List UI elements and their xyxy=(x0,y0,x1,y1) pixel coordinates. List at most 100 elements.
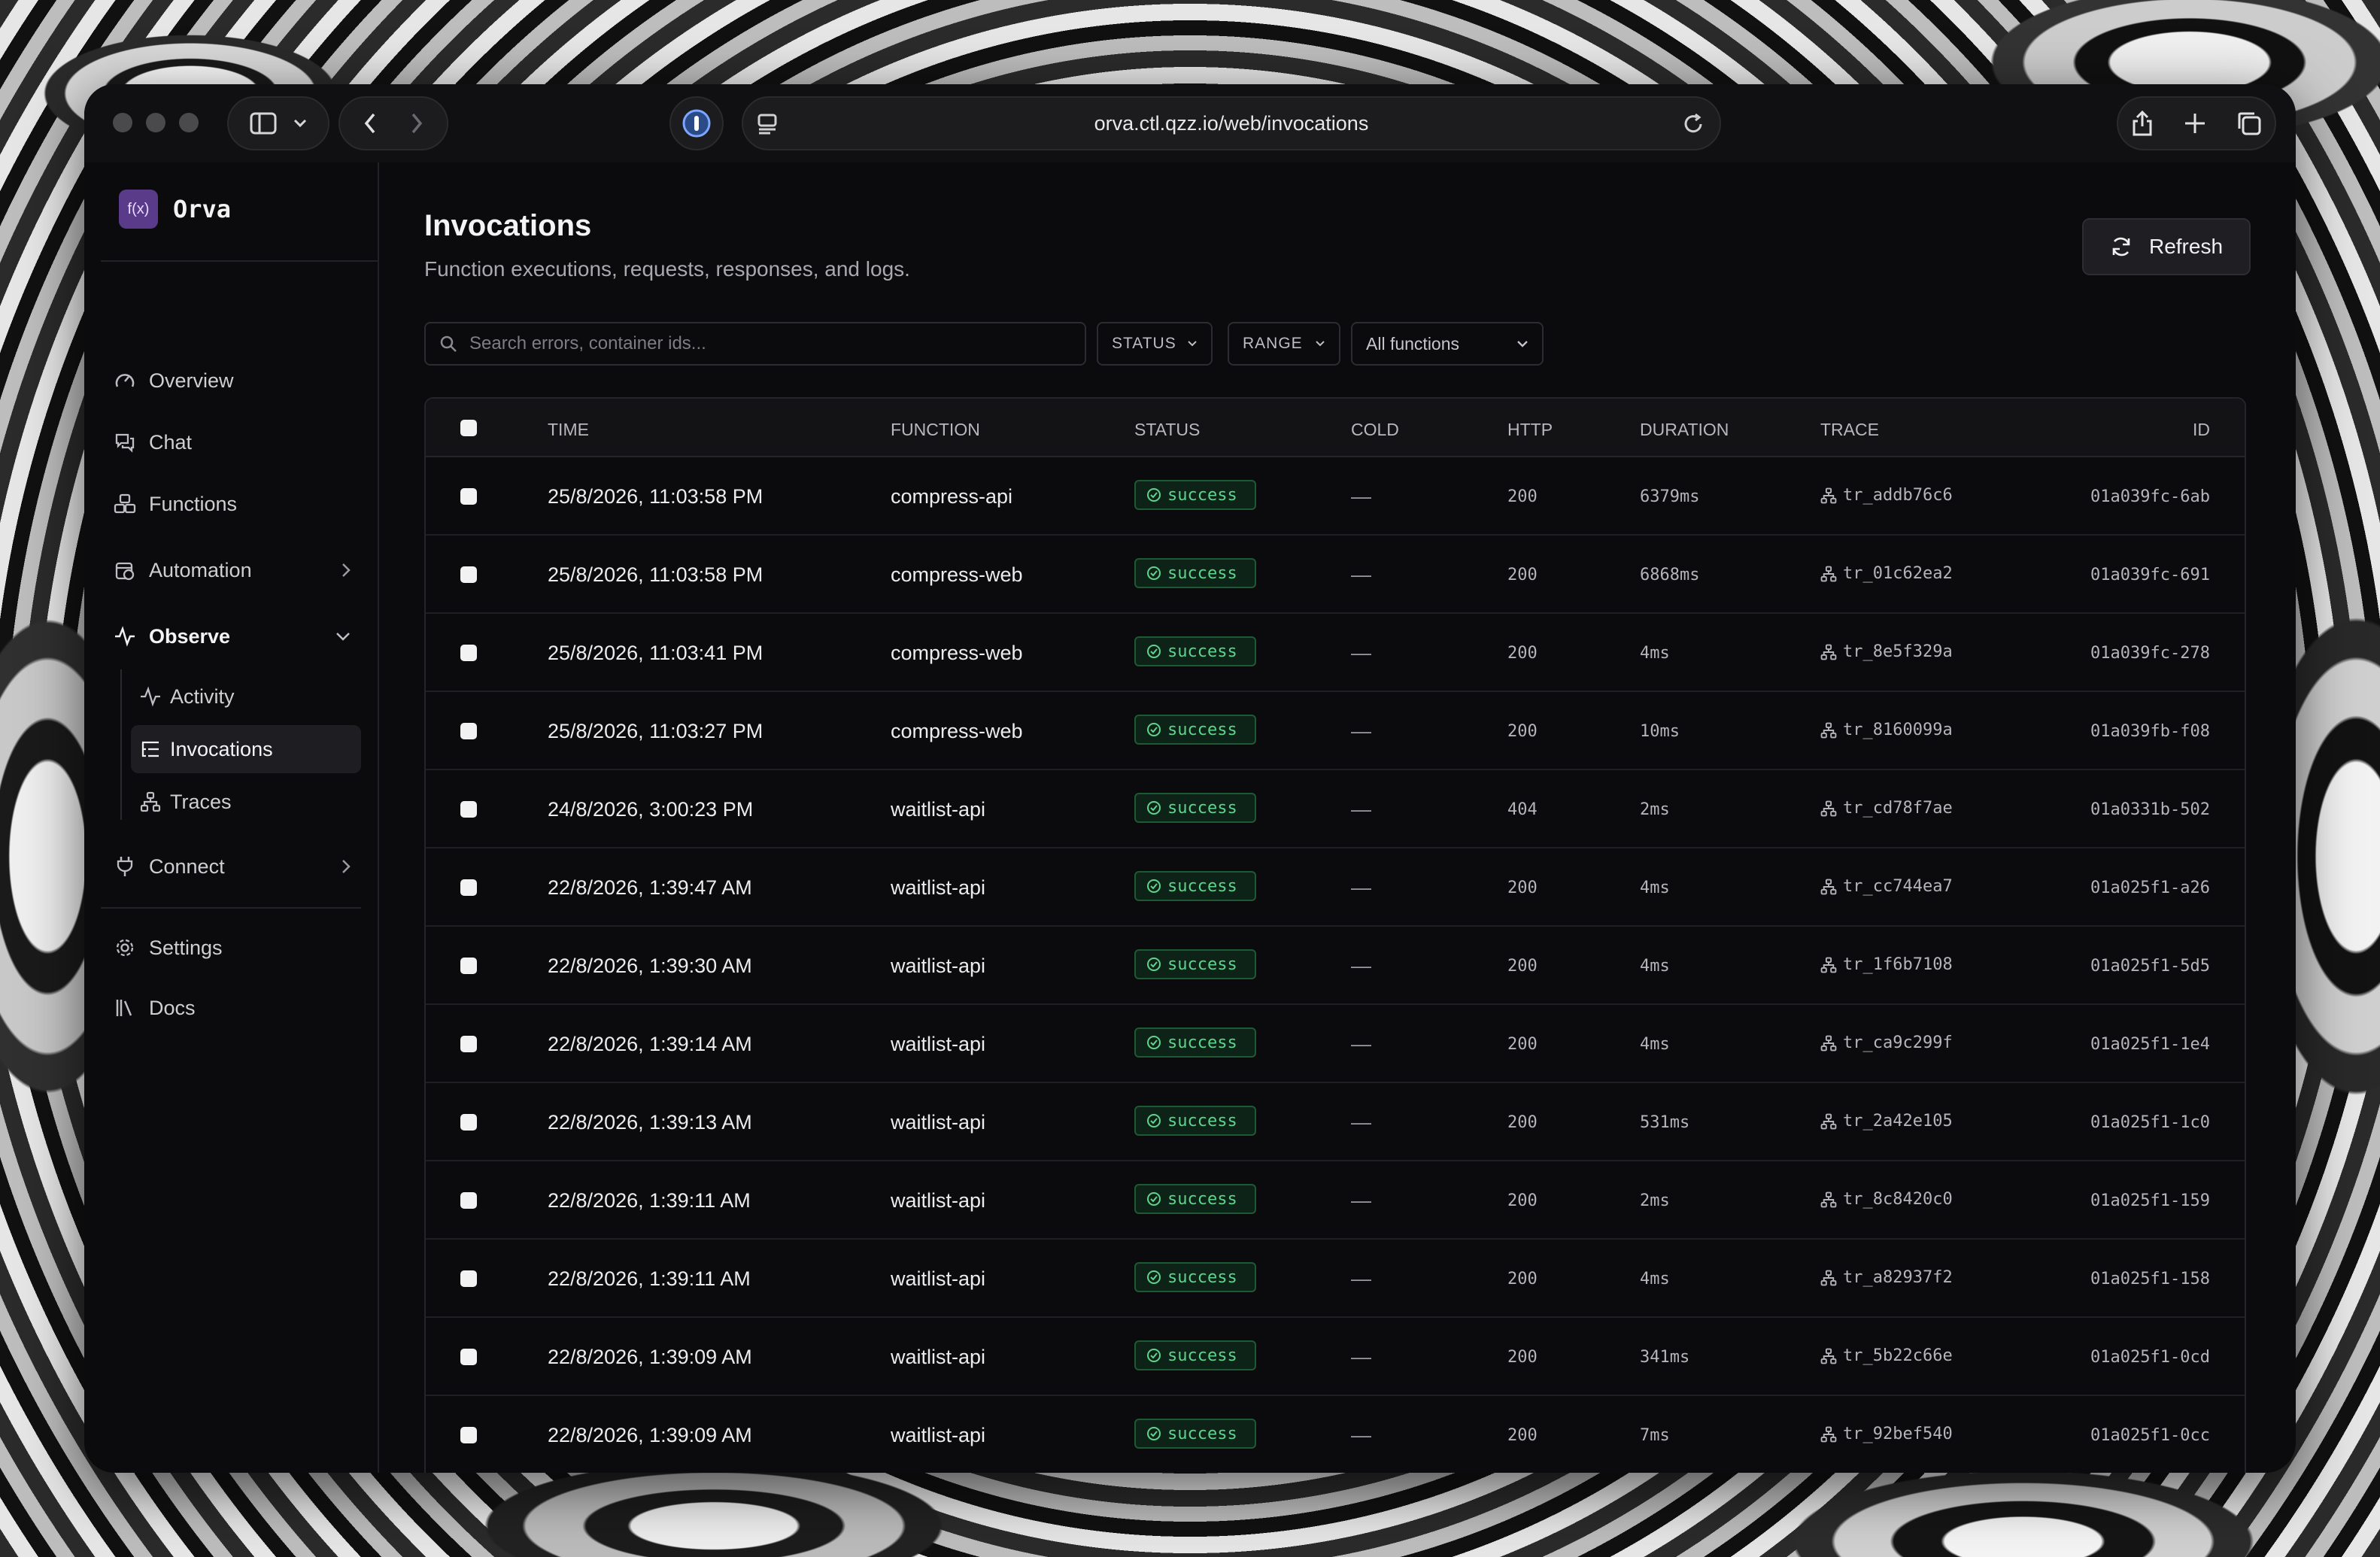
sidebar-item-overview[interactable]: Overview xyxy=(101,357,364,405)
cell-duration: 531ms xyxy=(1640,1113,1690,1132)
sidebar-item-traces[interactable]: Traces xyxy=(131,778,361,826)
table-row[interactable]: 22/8/2026, 1:39:47 AM waitlist-api succe… xyxy=(426,848,2245,927)
table-row[interactable]: 22/8/2026, 1:39:11 AM waitlist-api succe… xyxy=(426,1240,2245,1318)
sidebar-item-invocations[interactable]: Invocations xyxy=(131,725,361,773)
table-row[interactable]: 22/8/2026, 1:39:13 AM waitlist-api succe… xyxy=(426,1083,2245,1161)
tab-overview-icon[interactable] xyxy=(2236,111,2262,136)
cell-trace[interactable]: tr_ca9c299f xyxy=(1820,1033,1953,1052)
col-duration[interactable]: DURATION xyxy=(1640,420,1729,440)
cell-function[interactable]: compress-web xyxy=(891,642,1023,665)
back-icon[interactable] xyxy=(364,113,376,134)
sidebar-item-automation[interactable]: Automation xyxy=(101,546,364,594)
col-http[interactable]: HTTP xyxy=(1507,420,1553,440)
row-checkbox[interactable] xyxy=(460,1036,477,1052)
cell-function[interactable]: waitlist-api xyxy=(891,1267,985,1291)
cell-trace[interactable]: tr_2a42e105 xyxy=(1820,1112,1953,1131)
table-row[interactable]: 22/8/2026, 1:39:09 AM waitlist-api succe… xyxy=(426,1318,2245,1396)
select-all-checkbox[interactable] xyxy=(460,420,477,436)
table-row[interactable]: 25/8/2026, 11:03:58 PM compress-web succ… xyxy=(426,536,2245,614)
table-row[interactable]: 24/8/2026, 3:00:23 PM waitlist-api succe… xyxy=(426,770,2245,848)
cell-trace[interactable]: tr_a82937f2 xyxy=(1820,1268,1953,1287)
cell-trace[interactable]: tr_01c62ea2 xyxy=(1820,564,1953,583)
cell-function[interactable]: waitlist-api xyxy=(891,1033,985,1056)
cell-trace[interactable]: tr_5b22c66e xyxy=(1820,1346,1953,1365)
row-checkbox[interactable] xyxy=(460,488,477,505)
range-filter[interactable]: RANGE xyxy=(1228,322,1340,366)
cell-trace[interactable]: tr_cc744ea7 xyxy=(1820,877,1953,896)
table-row[interactable]: 22/8/2026, 1:39:11 AM waitlist-api succe… xyxy=(426,1161,2245,1240)
reload-icon[interactable] xyxy=(1682,113,1705,135)
col-cold[interactable]: COLD xyxy=(1351,420,1399,440)
brand[interactable]: f(x) Orva xyxy=(119,190,231,229)
row-checkbox[interactable] xyxy=(460,723,477,739)
share-icon[interactable] xyxy=(2131,110,2154,137)
cell-function[interactable]: compress-web xyxy=(891,720,1023,743)
cell-http: 200 xyxy=(1507,1426,1538,1445)
row-checkbox[interactable] xyxy=(460,1270,477,1287)
cell-trace[interactable]: tr_8160099a xyxy=(1820,721,1953,739)
password-extension-button[interactable] xyxy=(669,96,724,150)
cell-function[interactable]: compress-api xyxy=(891,485,1012,508)
row-checkbox[interactable] xyxy=(460,879,477,896)
refresh-button[interactable]: Refresh xyxy=(2082,218,2251,275)
forward-icon[interactable] xyxy=(411,113,423,134)
cell-function[interactable]: compress-web xyxy=(891,563,1023,587)
cell-trace[interactable]: tr_8e5f329a xyxy=(1820,642,1953,661)
cell-function[interactable]: waitlist-api xyxy=(891,1346,985,1369)
table-row[interactable]: 25/8/2026, 11:03:41 PM compress-web succ… xyxy=(426,614,2245,692)
col-function[interactable]: FUNCTION xyxy=(891,420,980,440)
close-window-button[interactable] xyxy=(113,113,132,132)
row-checkbox[interactable] xyxy=(460,566,477,583)
col-status[interactable]: STATUS xyxy=(1134,420,1200,440)
cell-function[interactable]: waitlist-api xyxy=(891,955,985,978)
chat-icon xyxy=(115,433,135,453)
sidebar-item-label: Activity xyxy=(170,684,235,708)
table-row[interactable]: 22/8/2026, 1:39:30 AM waitlist-api succe… xyxy=(426,927,2245,1005)
cell-function[interactable]: waitlist-api xyxy=(891,798,985,821)
zoom-window-button[interactable] xyxy=(179,113,199,132)
new-tab-icon[interactable] xyxy=(2184,112,2206,135)
col-id[interactable]: ID xyxy=(2193,420,2210,440)
row-checkbox[interactable] xyxy=(460,958,477,974)
sidebar-item-activity[interactable]: Activity xyxy=(131,672,361,721)
sidebar-item-settings[interactable]: Settings xyxy=(101,924,364,972)
function-select-value: All functions xyxy=(1366,333,1460,354)
function-select[interactable]: All functions xyxy=(1351,322,1544,366)
col-trace[interactable]: TRACE xyxy=(1820,420,1879,440)
row-checkbox[interactable] xyxy=(460,645,477,661)
cell-trace[interactable]: tr_1f6b7108 xyxy=(1820,955,1953,974)
cell-duration: 6868ms xyxy=(1640,566,1700,584)
table-row[interactable]: 25/8/2026, 11:03:58 PM compress-api succ… xyxy=(426,457,2245,536)
network-icon xyxy=(1820,1191,1837,1207)
cell-trace[interactable]: tr_92bef540 xyxy=(1820,1425,1953,1443)
cell-function[interactable]: waitlist-api xyxy=(891,1424,985,1447)
cell-trace[interactable]: tr_addb76c6 xyxy=(1820,486,1953,505)
status-filter[interactable]: STATUS xyxy=(1097,322,1213,366)
search-input[interactable]: Search errors, container ids... xyxy=(424,322,1086,366)
col-time[interactable]: TIME xyxy=(548,420,589,440)
cell-trace[interactable]: tr_8c8420c0 xyxy=(1820,1190,1953,1209)
page-menu-icon[interactable] xyxy=(757,113,778,135)
row-checkbox[interactable] xyxy=(460,1427,477,1443)
sidebar-item-chat[interactable]: Chat xyxy=(101,418,364,466)
cell-function[interactable]: waitlist-api xyxy=(891,876,985,900)
check-circle-icon xyxy=(1147,958,1161,971)
row-checkbox[interactable] xyxy=(460,801,477,818)
url-text[interactable]: orva.ctl.qzz.io/web/invocations xyxy=(1094,112,1369,135)
sidebar-item-functions[interactable]: Functions xyxy=(101,480,364,528)
sidebar-toggle-button[interactable] xyxy=(227,96,329,150)
cell-function[interactable]: waitlist-api xyxy=(891,1111,985,1134)
table-row[interactable]: 22/8/2026, 1:39:09 AM waitlist-api succe… xyxy=(426,1396,2245,1473)
table-row[interactable]: 25/8/2026, 11:03:27 PM compress-web succ… xyxy=(426,692,2245,770)
sidebar-item-observe[interactable]: Observe xyxy=(101,612,364,660)
address-bar[interactable]: orva.ctl.qzz.io/web/invocations xyxy=(742,96,1721,150)
cell-function[interactable]: waitlist-api xyxy=(891,1189,985,1213)
row-checkbox[interactable] xyxy=(460,1114,477,1131)
row-checkbox[interactable] xyxy=(460,1349,477,1365)
row-checkbox[interactable] xyxy=(460,1192,477,1209)
cell-trace[interactable]: tr_cd78f7ae xyxy=(1820,799,1953,818)
sidebar-item-docs[interactable]: Docs xyxy=(101,984,364,1032)
table-row[interactable]: 22/8/2026, 1:39:14 AM waitlist-api succe… xyxy=(426,1005,2245,1083)
sidebar-item-connect[interactable]: Connect xyxy=(101,842,364,891)
minimize-window-button[interactable] xyxy=(146,113,165,132)
